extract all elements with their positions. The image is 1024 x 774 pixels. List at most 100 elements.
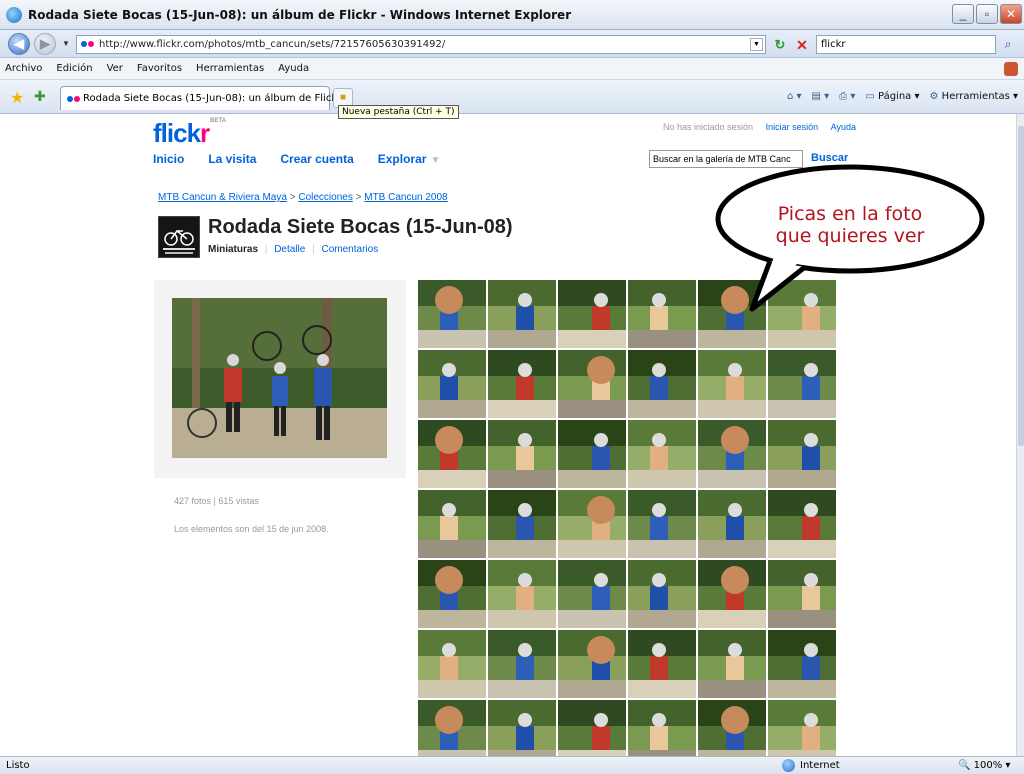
page-menu[interactable]: ▭ Página ▾ [865,91,919,102]
set-stats: 427 fotos | 615 vistas [174,496,259,506]
breadcrumb: MTB Cancun & Riviera Maya > Colecciones … [158,192,448,203]
photo-thumbnail[interactable] [558,350,626,418]
back-button[interactable]: ◀ [8,33,30,55]
print-icon[interactable]: ⎙ ▾ [839,91,855,102]
zoom-level[interactable]: 🔍 100% ▾ [958,760,1010,771]
photo-thumbnail[interactable] [418,350,486,418]
tab-detalle[interactable]: Detalle [274,244,305,255]
url-field[interactable]: http://www.flickr.com/photos/mtb_cancun/… [76,35,766,54]
photo-thumbnail[interactable] [698,350,766,418]
status-text: Listo [6,760,30,771]
photo-thumbnail[interactable] [628,560,696,628]
command-bar: ⌂ ▾ ▤ ▾ ⎙ ▾ ▭ Página ▾ ⚙ Herramientas ▾ [787,91,1018,102]
not-signed-in-text: No has iniciado sesión [663,122,754,132]
refresh-icon[interactable]: ↻ [772,37,788,53]
photo-thumbnail[interactable] [628,420,696,488]
photo-thumbnail[interactable] [698,420,766,488]
translate-icon[interactable] [1004,62,1018,76]
breadcrumb-mtb-cancun[interactable]: MTB Cancun & Riviera Maya [158,192,287,203]
photo-thumbnail[interactable] [768,350,836,418]
history-dropdown-icon[interactable]: ▼ [62,39,70,48]
breadcrumb-mtb-2008[interactable]: MTB Cancun 2008 [364,192,447,203]
photo-thumbnail[interactable] [558,560,626,628]
flickr-logo[interactable]: flickrBETA [153,118,226,149]
photo-thumbnail[interactable] [768,560,836,628]
help-link[interactable]: Ayuda [831,122,856,132]
photo-thumbnail[interactable] [418,280,486,348]
menu-herramientas[interactable]: Herramientas [196,63,264,74]
menu-favoritos[interactable]: Favoritos [137,63,182,74]
photo-thumbnail[interactable] [628,280,696,348]
photo-thumbnail[interactable] [558,630,626,698]
tab-flickr-album[interactable]: Rodada Siete Bocas (15-Jun-08): un álbum… [60,86,341,110]
set-owner-avatar[interactable] [158,216,200,258]
menu-ver[interactable]: Ver [107,63,123,74]
photo-thumbnail[interactable] [488,490,556,558]
photo-thumbnail[interactable] [558,280,626,348]
home-icon[interactable]: ⌂ ▾ [787,91,802,102]
menu-edicion[interactable]: Edición [56,63,92,74]
nav-inicio[interactable]: Inicio [153,152,184,166]
search-input[interactable] [817,36,987,52]
nav-explorar[interactable]: Explorar ▼ [378,152,441,166]
photo-thumbnail[interactable] [418,700,486,756]
stop-icon[interactable]: ✕ [794,37,810,53]
photo-thumbnail[interactable] [698,630,766,698]
photo-thumbnail[interactable] [558,490,626,558]
forward-button[interactable]: ▶ [34,33,56,55]
tab-miniaturas[interactable]: Miniaturas [208,244,258,255]
photo-thumbnail[interactable] [488,280,556,348]
search-icon[interactable]: ⌕ [1000,37,1016,53]
internet-explorer-icon [6,7,22,23]
photo-thumbnail[interactable] [418,560,486,628]
menu-archivo[interactable]: Archivo [5,63,42,74]
photo-thumbnail[interactable] [628,630,696,698]
photo-thumbnail[interactable] [558,420,626,488]
photo-thumbnail[interactable] [768,630,836,698]
photo-thumbnail[interactable] [488,700,556,756]
close-button[interactable]: ✕ [1000,4,1022,24]
photo-thumbnail[interactable] [488,630,556,698]
photo-thumbnail[interactable] [418,490,486,558]
photo-thumbnail[interactable] [768,490,836,558]
photo-thumbnail[interactable] [488,350,556,418]
feeds-icon[interactable]: ▤ ▾ [812,91,830,102]
photo-thumbnail[interactable] [488,420,556,488]
photo-thumbnail[interactable] [698,700,766,756]
globe-icon [782,759,795,772]
breadcrumb-colecciones[interactable]: Colecciones [298,192,352,203]
nav-crear-cuenta[interactable]: Crear cuenta [280,152,353,166]
photo-thumbnail[interactable] [698,560,766,628]
photo-thumbnail[interactable] [628,350,696,418]
photo-thumbnail[interactable] [418,420,486,488]
nav-la-visita[interactable]: La visita [208,152,256,166]
vertical-scrollbar[interactable] [1016,114,1024,756]
menu-ayuda[interactable]: Ayuda [278,63,309,74]
sign-in-link[interactable]: Iniciar sesión [766,122,819,132]
favorites-star-icon[interactable]: ★ [10,88,24,108]
minimize-button[interactable]: _ [952,4,974,24]
tools-menu[interactable]: ⚙ Herramientas ▾ [930,91,1018,102]
scrollbar-thumb[interactable] [1018,126,1024,446]
new-tab-tooltip: Nueva pestaña (Ctrl + T) [338,105,459,119]
page-title: Rodada Siete Bocas (15-Jun-08) [208,216,513,238]
photo-thumbnail[interactable] [418,630,486,698]
url-dropdown-icon[interactable]: ▼ [750,38,763,51]
photo-thumbnail-grid [418,280,836,756]
tab-comentarios[interactable]: Comentarios [322,244,379,255]
add-favorites-icon[interactable]: ✚ [34,88,46,105]
cover-photo[interactable] [172,298,387,458]
photo-thumbnail[interactable] [768,700,836,756]
page-menu-label: Página [878,91,912,102]
photo-thumbnail[interactable] [628,490,696,558]
photo-thumbnail[interactable] [698,490,766,558]
beta-label: BETA [210,118,227,124]
photo-thumbnail[interactable] [558,700,626,756]
search-box[interactable] [816,35,996,54]
window-title-bar[interactable]: Rodada Siete Bocas (15-Jun-08): un álbum… [0,0,1024,30]
maximize-button[interactable]: ▫ [976,4,998,24]
photo-thumbnail[interactable] [768,420,836,488]
photo-thumbnail[interactable] [628,700,696,756]
page-content: flickrBETA No has iniciado sesión Inicia… [8,114,1016,756]
photo-thumbnail[interactable] [488,560,556,628]
